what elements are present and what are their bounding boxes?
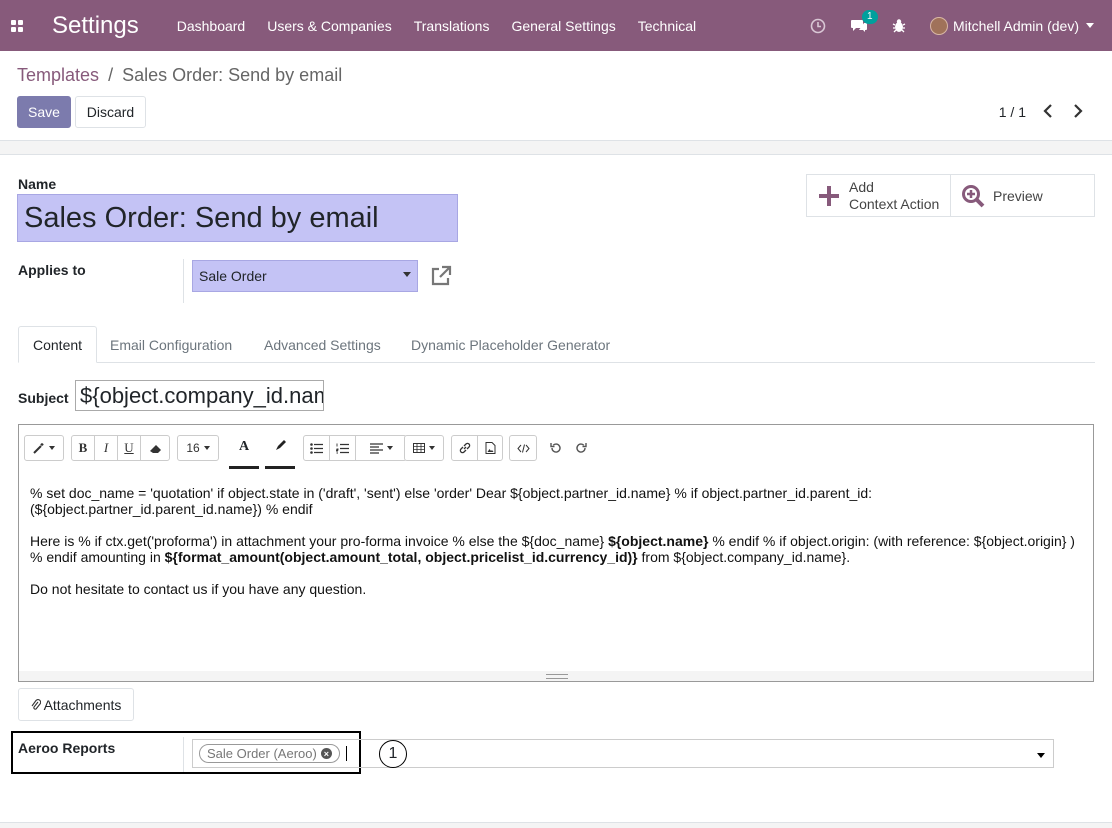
- font-size-value: 16: [186, 441, 200, 455]
- font-color-icon[interactable]: A: [229, 429, 259, 469]
- remove-tag-icon[interactable]: ×: [320, 748, 332, 759]
- preview-label: Preview: [993, 187, 1043, 204]
- breadcrumb: Templates / Sales Order: Send by email: [17, 65, 342, 86]
- tab-advanced-settings[interactable]: Advanced Settings: [250, 326, 395, 363]
- menu-translations[interactable]: Translations: [414, 18, 490, 34]
- aeroo-reports-label: Aeroo Reports: [18, 740, 116, 756]
- chevron-down-icon[interactable]: [1037, 753, 1045, 758]
- field-divider: [183, 259, 184, 303]
- subject-label: Subject: [18, 390, 69, 406]
- image-icon[interactable]: [478, 436, 502, 460]
- tab-content[interactable]: Content: [18, 326, 98, 363]
- preview-button[interactable]: Preview: [951, 175, 1094, 216]
- font-size-dropdown[interactable]: 16: [177, 435, 219, 461]
- numbered-list-icon[interactable]: [330, 436, 356, 460]
- applies-to-label: Applies to: [18, 262, 86, 278]
- attachments-label: Attachments: [43, 696, 122, 713]
- menu-users-companies[interactable]: Users & Companies: [267, 18, 392, 34]
- user-name: Mitchell Admin (dev): [952, 17, 1079, 34]
- aeroo-reports-field[interactable]: Sale Order (Aeroo) ×: [192, 739, 1054, 768]
- editor-content[interactable]: % set doc_name = 'quotation' if object.s…: [30, 485, 1090, 613]
- app-title[interactable]: Settings: [52, 12, 139, 40]
- sheet-top-separator: [0, 141, 1112, 155]
- aeroo-report-tag-label: Sale Order (Aeroo): [207, 746, 317, 761]
- text-cursor: [345, 746, 347, 761]
- save-button[interactable]: Save: [17, 96, 71, 128]
- chevron-down-icon: [403, 272, 411, 277]
- menu-dashboard[interactable]: Dashboard: [177, 18, 246, 34]
- highlight-color-icon[interactable]: [265, 429, 295, 469]
- tab-email-configuration[interactable]: Email Configuration: [96, 326, 246, 363]
- clock-icon[interactable]: [810, 18, 826, 34]
- italic-icon[interactable]: I: [95, 436, 118, 460]
- notebook-tabs: Content Email Configuration Advanced Set…: [18, 326, 1095, 363]
- code-view-button[interactable]: [509, 435, 537, 461]
- main-navbar: Settings Dashboard Users & Companies Tra…: [0, 0, 1112, 51]
- debug-bug-icon[interactable]: [892, 18, 906, 33]
- chevron-down-icon: [1086, 23, 1094, 28]
- body-paragraph: Here is % if ctx.get('proforma') in atta…: [30, 533, 1075, 565]
- sheet-bottom-separator: [0, 822, 1112, 828]
- attachments-button[interactable]: Attachments: [18, 688, 134, 721]
- eraser-icon[interactable]: [141, 436, 169, 460]
- aeroo-report-tag: Sale Order (Aeroo) ×: [199, 744, 340, 763]
- external-link-icon[interactable]: [430, 265, 452, 287]
- breadcrumb-separator: /: [108, 65, 114, 85]
- name-label: Name: [18, 176, 57, 192]
- user-menu[interactable]: Mitchell Admin (dev): [929, 16, 1094, 35]
- apps-menu-icon[interactable]: [0, 0, 34, 51]
- search-plus-icon: [962, 184, 985, 207]
- body-paragraph: Do not hesitate to contact us if you hav…: [30, 581, 367, 597]
- add-context-action-button[interactable]: Add Context Action: [807, 175, 951, 216]
- name-input[interactable]: Sales Order: Send by email: [17, 194, 458, 242]
- pager-value[interactable]: 1 / 1: [999, 104, 1026, 120]
- body-editor: B I U 16 A % set doc_name = 'quotation' …: [18, 424, 1094, 682]
- list-group: [303, 435, 407, 461]
- breadcrumb-current: Sales Order: Send by email: [122, 65, 343, 85]
- messages-badge: 1: [861, 9, 878, 24]
- control-panel: Templates / Sales Order: Send by email S…: [0, 51, 1112, 141]
- messages-icon[interactable]: 1: [850, 9, 878, 34]
- resize-handle-icon[interactable]: [546, 674, 568, 679]
- media-group: [451, 435, 503, 461]
- context-action-line2: Context Action: [849, 195, 940, 212]
- style-dropdown[interactable]: [24, 435, 64, 461]
- annotation-marker: 1: [379, 740, 407, 768]
- body-paragraph: % set doc_name = 'quotation' if object.s…: [30, 485, 873, 517]
- undo-icon[interactable]: [548, 436, 564, 460]
- editor-resize-bar[interactable]: [19, 671, 1093, 681]
- systray: 1 Mitchell Admin (dev): [810, 0, 1112, 51]
- bold-icon[interactable]: B: [72, 436, 95, 460]
- table-icon: [405, 436, 443, 460]
- button-box: Add Context Action Preview: [806, 174, 1095, 217]
- table-dropdown[interactable]: [404, 435, 444, 461]
- redo-icon[interactable]: [573, 436, 589, 460]
- applies-to-value: Sale Order: [199, 268, 267, 284]
- menu-general-settings[interactable]: General Settings: [511, 18, 615, 34]
- plus-icon: [819, 185, 839, 206]
- bullet-list-icon[interactable]: [304, 436, 330, 460]
- avatar: [929, 16, 948, 35]
- code-icon: [510, 436, 536, 460]
- context-action-line1: Add: [849, 178, 874, 195]
- field-divider: [183, 737, 184, 772]
- underline-icon[interactable]: U: [118, 436, 141, 460]
- magic-wand-icon: [25, 436, 63, 460]
- align-dropdown-icon[interactable]: [356, 436, 406, 460]
- breadcrumb-templates[interactable]: Templates: [17, 65, 99, 85]
- applies-to-select[interactable]: Sale Order: [192, 260, 418, 292]
- subject-input[interactable]: ${object.company_id.name}: [75, 380, 324, 411]
- pager-previous-icon[interactable]: [1043, 104, 1053, 121]
- link-icon[interactable]: [452, 436, 478, 460]
- pager-next-icon[interactable]: [1073, 104, 1083, 121]
- discard-button[interactable]: Discard: [75, 96, 146, 128]
- menu-technical[interactable]: Technical: [638, 18, 696, 34]
- tab-dynamic-placeholder-generator[interactable]: Dynamic Placeholder Generator: [397, 326, 624, 363]
- format-group: B I U: [71, 435, 170, 461]
- paperclip-icon: [31, 698, 41, 710]
